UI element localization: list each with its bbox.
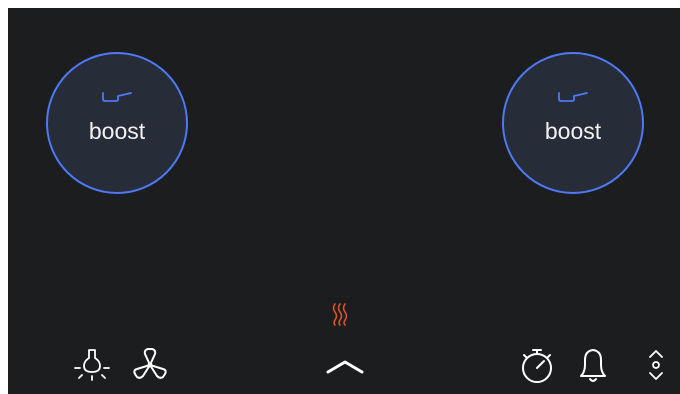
up-down-arrows-icon[interactable] [641, 340, 671, 386]
pan-icon [557, 90, 589, 102]
pan-icon [101, 90, 133, 102]
bell-icon[interactable] [571, 338, 615, 386]
zone-mode-label: boost [544, 118, 602, 144]
light-icon[interactable] [72, 338, 112, 382]
zone-mode-label: boost [88, 118, 146, 144]
chevron-up-icon[interactable] [322, 352, 368, 376]
fan-icon[interactable] [128, 338, 172, 382]
cooking-zone-right[interactable]: boost [502, 52, 644, 194]
timer-icon[interactable] [515, 338, 559, 386]
heat-indicator-icon [330, 302, 350, 326]
cooking-zone-left[interactable]: boost [46, 52, 188, 194]
